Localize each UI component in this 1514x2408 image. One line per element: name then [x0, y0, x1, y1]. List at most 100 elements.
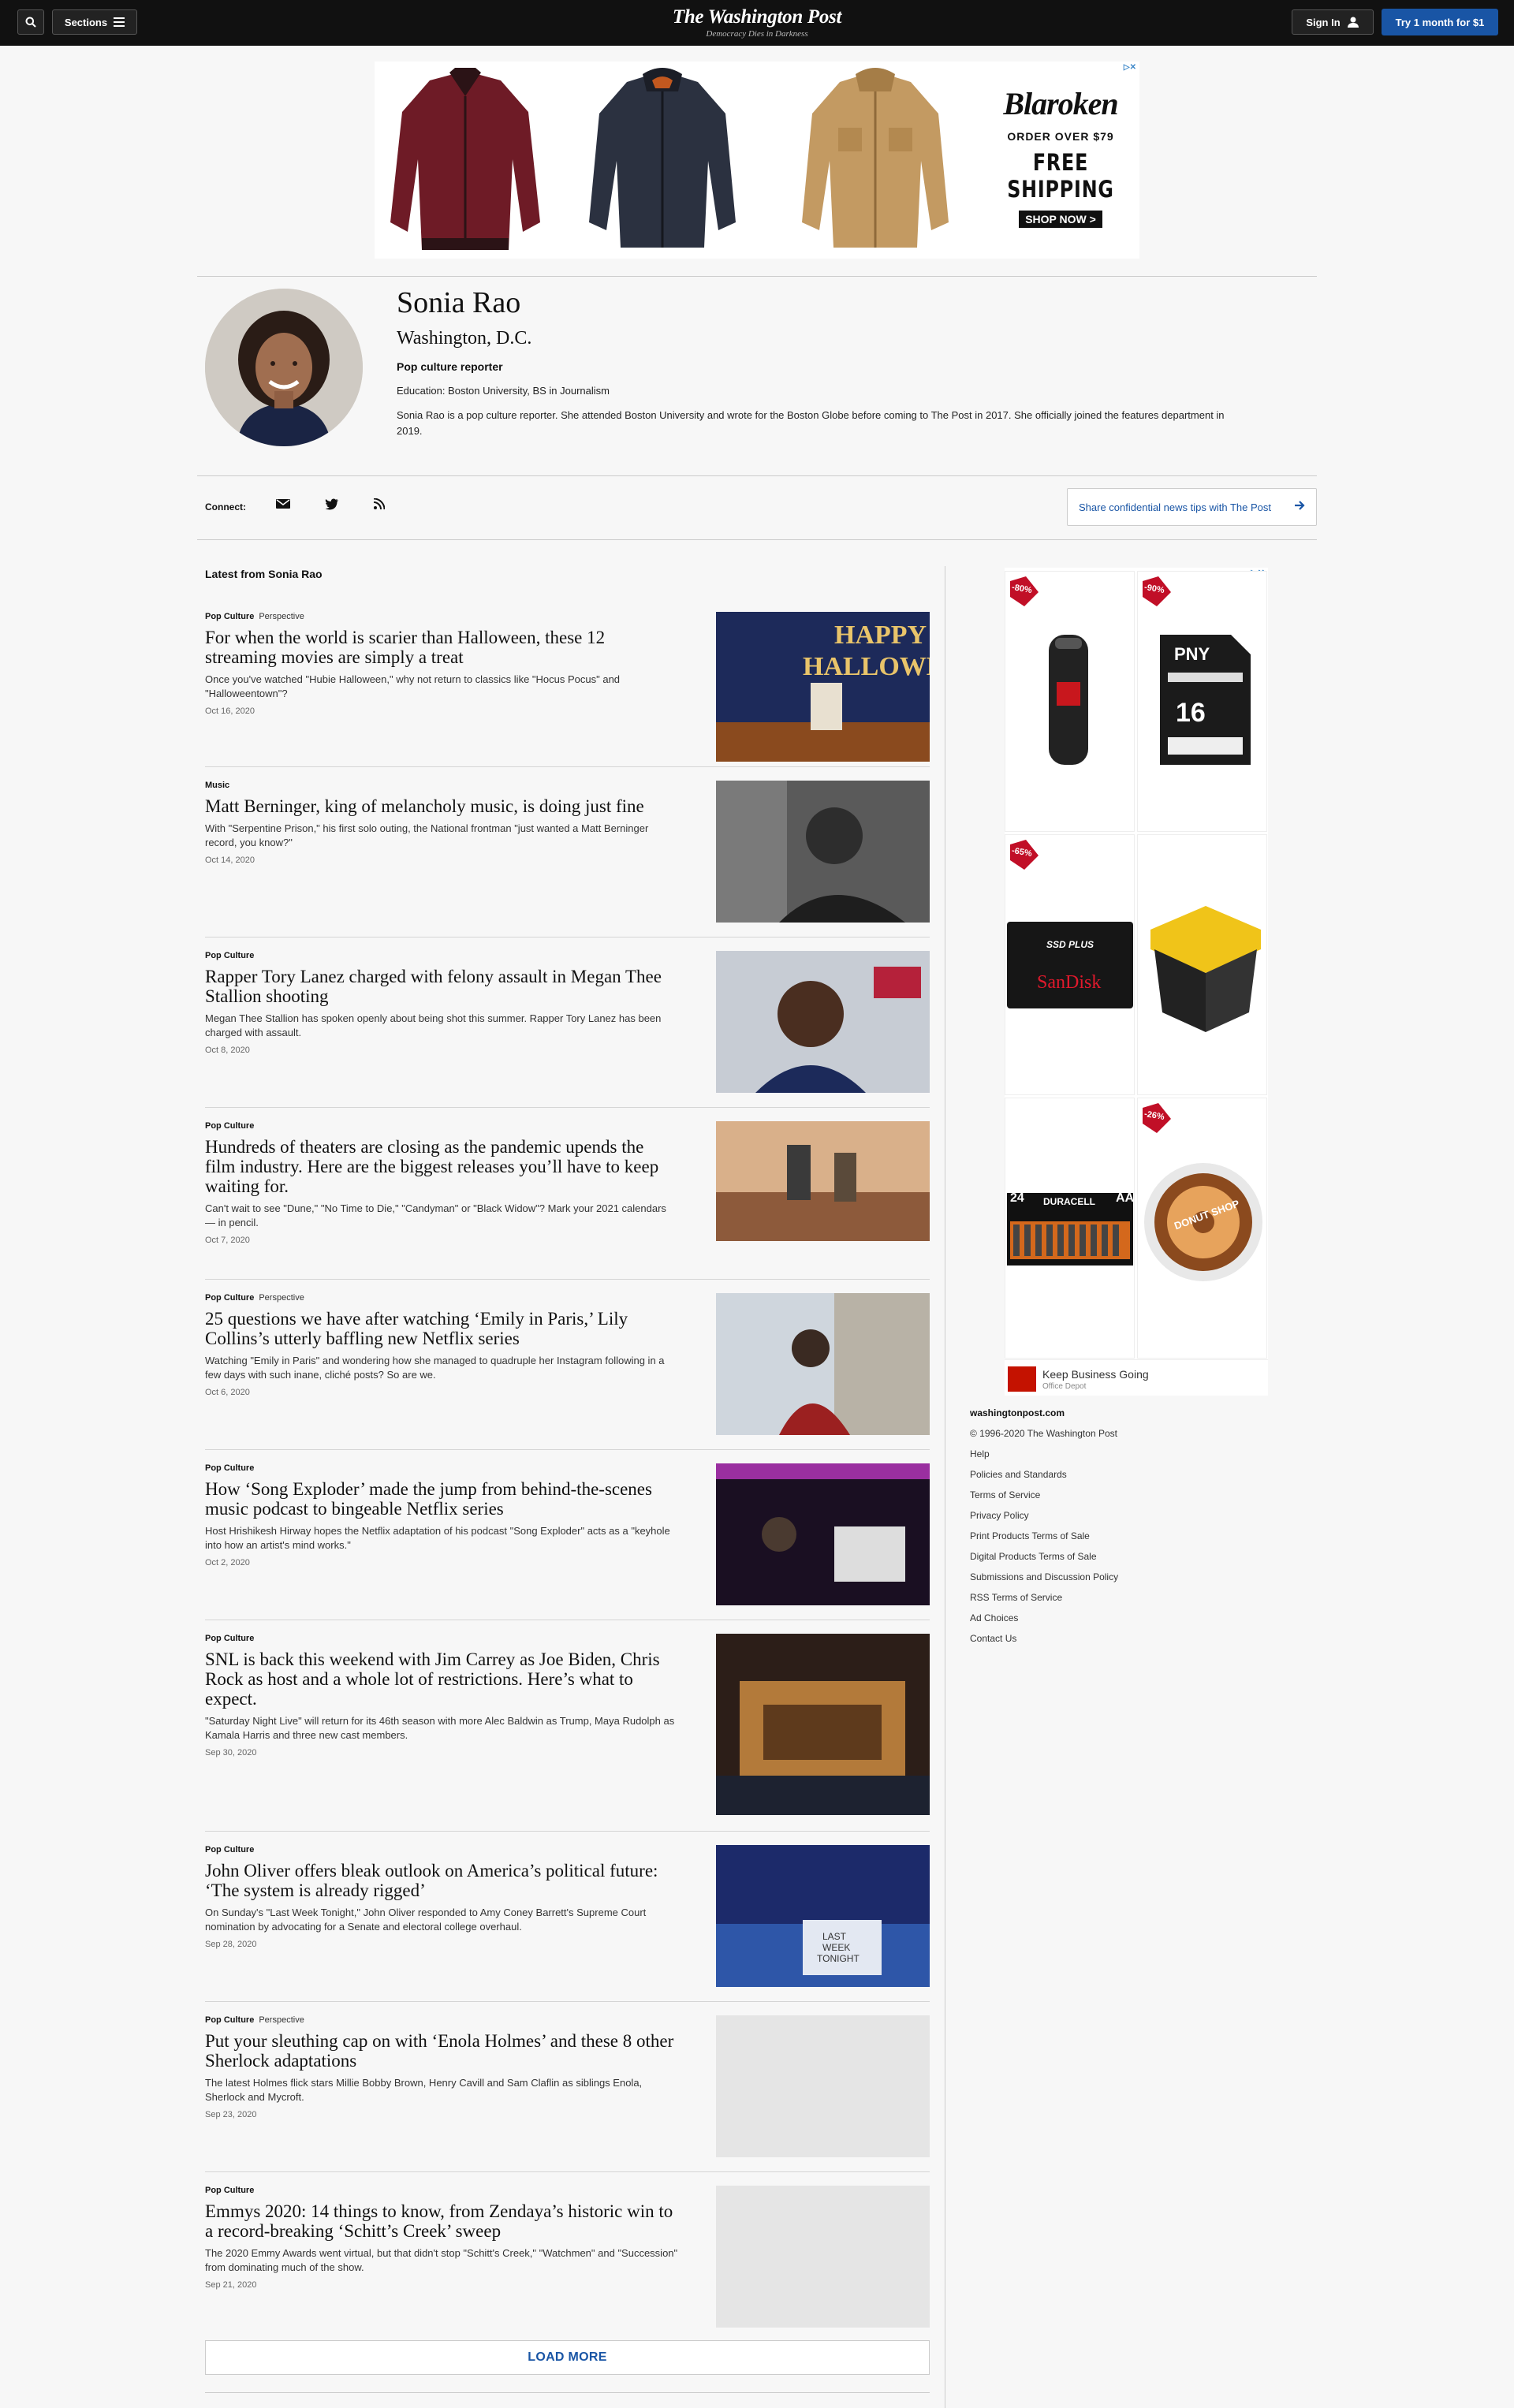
article-headline[interactable]: Rapper Tory Lanez charged with felony as…	[205, 967, 678, 1006]
subscribe-button[interactable]: Try 1 month for $1	[1382, 9, 1498, 35]
article-thumbnail[interactable]	[716, 1634, 930, 1815]
article-section[interactable]: Pop Culture	[205, 2186, 254, 2195]
footer-link[interactable]: Ad Choices	[970, 1612, 1118, 1623]
rss-link[interactable]	[373, 498, 390, 513]
article-item[interactable]: Pop Culture How ‘Song Exploder’ made the …	[205, 1463, 930, 1605]
article-section[interactable]: Pop Culture	[205, 1121, 254, 1131]
article-headline[interactable]: 25 questions we have after watching ‘Emi…	[205, 1309, 678, 1348]
top-navigation-bar: Sections The Washington Post Democracy D…	[0, 0, 1514, 46]
ssd-image	[1007, 922, 1133, 1008]
article-item[interactable]: Pop Culture Perspective For when the world…	[205, 612, 930, 762]
article-item[interactable]: Pop Culture Perspective 25 questions we ha…	[205, 1293, 930, 1435]
ad-tile-batteries[interactable]: 24 DURACELL AA	[1005, 1098, 1135, 1359]
article-blurb: Megan Thee Stallion has spoken openly ab…	[205, 1012, 662, 1038]
ad-offer-text: ORDER OVER $79	[1007, 130, 1114, 143]
article-item[interactable]: Music Matt Berninger, king of melancholy …	[205, 781, 930, 923]
load-more-button[interactable]: LOAD MORE	[205, 2340, 930, 2375]
article-headline[interactable]: Matt Berninger, king of melancholy music…	[205, 796, 678, 816]
article-label: Perspective	[259, 1293, 304, 1303]
article-blurb: Can't wait to see "Dune," "No Time to Di…	[205, 1202, 666, 1228]
article-section[interactable]: Pop Culture	[205, 2015, 254, 2025]
article-headline[interactable]: Hundreds of theaters are closing as the …	[205, 1137, 678, 1196]
footer-link[interactable]: Policies and Standards	[970, 1469, 1118, 1480]
ad-brand-block: Blaroken ORDER OVER $79 FREE SHIPPING SH…	[990, 85, 1132, 228]
footer-link[interactable]: Privacy Policy	[970, 1510, 1118, 1521]
article-divider	[205, 1279, 930, 1280]
article-thumbnail[interactable]: LAST WEEK TONIGHT	[716, 1845, 930, 1987]
article-headline[interactable]: John Oliver offers bleak outlook on Amer…	[205, 1861, 678, 1900]
article-divider	[205, 2001, 930, 2002]
storage-bin-image	[1150, 906, 1261, 1032]
ad-footer[interactable]: Keep Business Going Office Depot	[1005, 1359, 1268, 1396]
article-headline[interactable]: Emmys 2020: 14 things to know, from Zend…	[205, 2201, 678, 2241]
article-section[interactable]: Pop Culture	[205, 612, 254, 621]
discount-badge: -90%	[1139, 575, 1173, 608]
article-item[interactable]: Pop Culture SNL is back this weekend with…	[205, 1634, 930, 1815]
ad-shop-now-button[interactable]: SHOP NOW >	[1019, 211, 1102, 228]
sandisk-brand: SanDisk	[1037, 972, 1102, 993]
article-blurb: Once you've watched "Hubie Halloween," w…	[205, 673, 621, 699]
article-section[interactable]: Pop Culture	[205, 1634, 254, 1643]
article-divider	[205, 766, 930, 767]
twitter-link[interactable]	[325, 498, 341, 513]
article-item[interactable]: Pop Culture Emmys 2020: 14 things to know…	[205, 2186, 930, 2328]
ad-tile-usb-drive[interactable]: -80%	[1005, 571, 1135, 832]
article-item[interactable]: Pop Culture Perspective Put your sleuthing…	[205, 2015, 930, 2157]
article-thumbnail[interactable]	[716, 1293, 930, 1435]
article-thumbnail[interactable]	[716, 1121, 930, 1241]
article-item[interactable]: Pop Culture Hundreds of theaters are clos…	[205, 1121, 930, 1245]
footer-link[interactable]: Submissions and Discussion Policy	[970, 1571, 1118, 1582]
logo-tagline: Democracy Dies in Darkness	[706, 29, 808, 39]
article-thumbnail[interactable]: HAPPYHALLOWEEN	[716, 612, 930, 762]
ad-tile-coffee-pods[interactable]: DONUT SHOP -26%	[1137, 1098, 1267, 1359]
svg-text:HALLOWEEN: HALLOWEEN	[803, 652, 930, 681]
article-thumbnail[interactable]	[716, 1463, 930, 1605]
news-tips-button[interactable]: Share confidential news tips with The Po…	[1067, 488, 1317, 526]
red-jacket-image	[390, 68, 540, 250]
ad-choices-icon[interactable]: ▷✕	[1124, 63, 1136, 72]
coffee-pods-image	[1144, 1163, 1262, 1281]
footer-link[interactable]: Terms of Service	[970, 1489, 1118, 1500]
article-thumbnail[interactable]	[716, 781, 930, 923]
article-section[interactable]: Pop Culture	[205, 951, 254, 960]
usb-drive-image	[1049, 635, 1088, 765]
author-name: Sonia Rao	[397, 286, 521, 319]
article-item[interactable]: Pop Culture Rapper Tory Lanez charged wit…	[205, 951, 930, 1093]
article-section[interactable]: Pop Culture	[205, 1463, 254, 1473]
article-item[interactable]: Pop Culture John Oliver offers bleak outl…	[205, 1845, 930, 1987]
footer-link[interactable]: Contact Us	[970, 1633, 1118, 1644]
footer-link[interactable]: Print Products Terms of Sale	[970, 1530, 1118, 1541]
user-icon	[1347, 17, 1359, 28]
sign-in-button[interactable]: Sign In	[1292, 9, 1374, 35]
article-headline[interactable]: Put your sleuthing cap on with ‘Enola Ho…	[205, 2031, 678, 2071]
duracell-brand: DURACELL	[1043, 1196, 1095, 1207]
article-headline[interactable]: For when the world is scarier than Hallo…	[205, 628, 678, 667]
ad-tile-storage-bin[interactable]	[1137, 834, 1267, 1095]
article-section[interactable]: Pop Culture	[205, 1293, 254, 1303]
article-thumbnail[interactable]	[716, 2015, 930, 2157]
rss-icon	[373, 498, 386, 510]
footer-site-name[interactable]: washingtonpost.com	[970, 1407, 1118, 1418]
footer-link[interactable]: Digital Products Terms of Sale	[970, 1551, 1118, 1562]
article-section[interactable]: Music	[205, 781, 229, 790]
divider	[197, 276, 1317, 277]
pny-capacity: 16	[1176, 698, 1206, 728]
sidebar-product-ad[interactable]: ▷✕ -80% PNY 16 -90% SSD PLUS SanDisk -65…	[1005, 568, 1268, 1396]
email-link[interactable]	[276, 498, 292, 513]
article-section[interactable]: Pop Culture	[205, 1845, 254, 1854]
footer-link[interactable]: Help	[970, 1448, 1118, 1459]
logo-title: The Washington Post	[672, 6, 842, 28]
ad-brand-name: Blaroken	[1003, 86, 1118, 121]
battery-type: AA	[1116, 1191, 1135, 1205]
ad-tile-sd-card[interactable]: PNY 16 -90%	[1137, 571, 1267, 832]
ad-tile-ssd[interactable]: SSD PLUS SanDisk -65%	[1005, 834, 1135, 1095]
site-logo[interactable]: The Washington Post Democracy Dies in Da…	[0, 6, 1514, 39]
ssd-label: SSD PLUS	[1046, 939, 1094, 950]
article-headline[interactable]: SNL is back this weekend with Jim Carrey…	[205, 1649, 678, 1709]
article-thumbnail[interactable]	[716, 951, 930, 1093]
svg-text:HAPPY: HAPPY	[834, 621, 927, 650]
article-headline[interactable]: How ‘Song Exploder’ made the jump from b…	[205, 1479, 678, 1519]
article-thumbnail[interactable]	[716, 2186, 930, 2328]
footer-link[interactable]: RSS Terms of Service	[970, 1592, 1118, 1603]
top-banner-ad[interactable]: Blaroken ORDER OVER $79 FREE SHIPPING SH…	[375, 62, 1139, 259]
